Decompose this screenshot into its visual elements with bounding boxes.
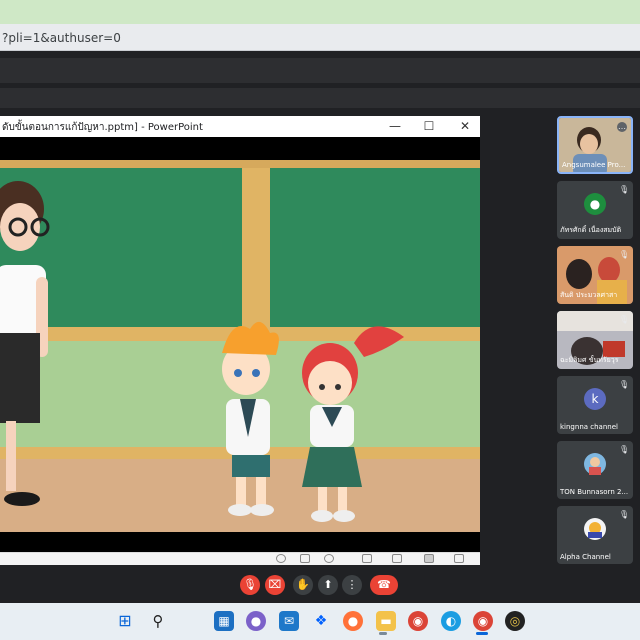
- chrome-icon[interactable]: ◉: [408, 611, 428, 631]
- participant-name: สันติ ประมวลศาสา: [560, 291, 618, 299]
- camera-toggle-button[interactable]: ⌧: [265, 575, 285, 595]
- mic-off-icon: 🎙: [619, 250, 630, 259]
- presentation-title: ดับขั้นตอนการแก้ปัญหา.pptm] - PowerPoint: [2, 122, 203, 133]
- participant-tile[interactable]: 🎙 TON Bunnasorn 2...: [557, 441, 633, 499]
- slide-notes-icon[interactable]: [300, 554, 310, 563]
- participant-name: Angsumalee Pro...: [562, 161, 626, 169]
- app-icon[interactable]: ◎: [505, 611, 525, 631]
- folder-icon[interactable]: ▬: [376, 611, 396, 631]
- participant-tile[interactable]: 🎙 สันติ ประมวลศาสา: [557, 246, 633, 304]
- raise-hand-button[interactable]: ✋: [293, 575, 313, 595]
- presentation-titlebar: ดับขั้นตอนการแก้ปัญหา.pptm] - PowerPoint…: [0, 116, 480, 137]
- avatar: ●: [584, 193, 606, 215]
- classroom-illustration: [0, 137, 480, 552]
- next-slide-icon[interactable]: [324, 554, 334, 563]
- mic-off-icon: 🎙: [619, 315, 630, 324]
- windows-icon[interactable]: ⊞: [115, 611, 135, 631]
- chrome-icon[interactable]: ◉: [473, 611, 493, 631]
- participant-tile[interactable]: 🎙 ฉะมิลิมศ ขั้นทรัยวุร: [557, 311, 633, 369]
- participant-name: ฉะมิลิมศ ขั้นทรัยวุร: [560, 356, 619, 364]
- mic-toggle-button[interactable]: 🎙: [240, 575, 260, 595]
- chat-icon[interactable]: ●: [246, 611, 266, 631]
- presentation-status-bar: [0, 552, 480, 565]
- participant-tile[interactable]: 🎙 ● ภัทรศักดิ์ เนื่องสมบัติ: [557, 181, 633, 239]
- participant-tile[interactable]: 🎙 Alpha Channel: [557, 506, 633, 564]
- avatar: [584, 453, 606, 475]
- minimize-button[interactable]: —: [387, 118, 403, 134]
- taskbar-active-indicator: [379, 632, 387, 635]
- dropbox-icon[interactable]: ❖: [311, 611, 331, 631]
- widgets-icon[interactable]: ▦: [214, 611, 234, 631]
- mic-off-icon: 🎙: [619, 185, 630, 194]
- search-icon[interactable]: ⚲: [148, 611, 168, 631]
- normal-view-icon[interactable]: [362, 554, 372, 563]
- close-button[interactable]: ✕: [457, 118, 473, 134]
- browser-top-strip: [0, 0, 640, 24]
- mail-icon[interactable]: ✉: [279, 611, 299, 631]
- participant-name: kingnna channel: [560, 423, 618, 431]
- meeting-bar-1: [0, 58, 640, 83]
- prev-slide-icon[interactable]: [276, 554, 286, 563]
- participant-tile[interactable]: 🎙 k kingnna channel: [557, 376, 633, 434]
- more-options-button[interactable]: ⋮: [342, 575, 362, 595]
- leave-call-button[interactable]: ☎: [370, 575, 398, 595]
- participant-tile[interactable]: … Angsumalee Pro...: [557, 116, 633, 174]
- meeting-bar-2: [0, 88, 640, 108]
- reading-view-icon[interactable]: [424, 554, 434, 563]
- mic-off-icon: 🎙: [619, 510, 630, 519]
- avatar: k: [584, 388, 606, 410]
- avatar: [584, 518, 606, 540]
- maximize-button[interactable]: ☐: [421, 118, 437, 134]
- present-button[interactable]: ⬆: [318, 575, 338, 595]
- slide-sorter-icon[interactable]: [392, 554, 402, 563]
- mic-off-icon: 🎙: [619, 445, 630, 454]
- mic-off-icon: 🎙: [619, 380, 630, 389]
- participant-name: ภัทรศักดิ์ เนื่องสมบัติ: [560, 226, 622, 234]
- firefox-icon[interactable]: ●: [343, 611, 363, 631]
- more-options-icon[interactable]: …: [617, 122, 627, 132]
- slideshow-icon[interactable]: [454, 554, 464, 563]
- address-text[interactable]: ?pli=1&authuser=0: [2, 31, 121, 45]
- presentation-window: ดับขั้นตอนการแก้ปัญหา.pptm] - PowerPoint…: [0, 116, 480, 565]
- taskbar-active-indicator: [476, 632, 488, 635]
- edge-icon[interactable]: ◐: [441, 611, 461, 631]
- participant-name: Alpha Channel: [560, 553, 611, 561]
- participant-name: TON Bunnasorn 2...: [560, 488, 629, 496]
- slide-canvas: [0, 137, 480, 552]
